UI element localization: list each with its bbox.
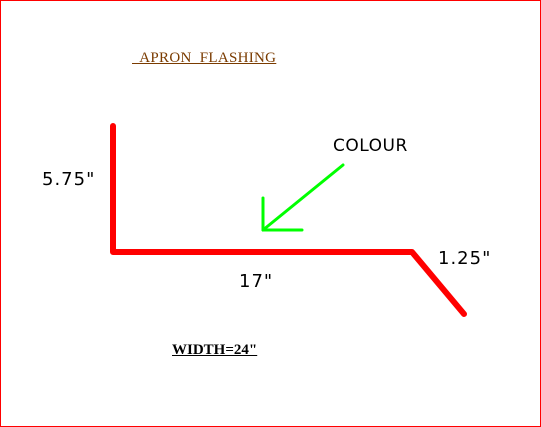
- flashing-profile-drawing: [110, 123, 467, 317]
- colour-label: COLOUR: [333, 136, 408, 156]
- height-dimension-label: 5.75": [42, 169, 96, 190]
- drawing-frame: APRON FLASHING COLOUR 5.75" 17" 1.25" WI…: [0, 0, 541, 427]
- kick-dimension-label: 1.25": [438, 248, 492, 269]
- colour-arrow-shaft: [261, 163, 345, 232]
- base-dimension-label: 17": [239, 271, 274, 292]
- flashing-profile-line: [110, 123, 467, 317]
- width-note: WIDTH=24": [172, 342, 258, 358]
